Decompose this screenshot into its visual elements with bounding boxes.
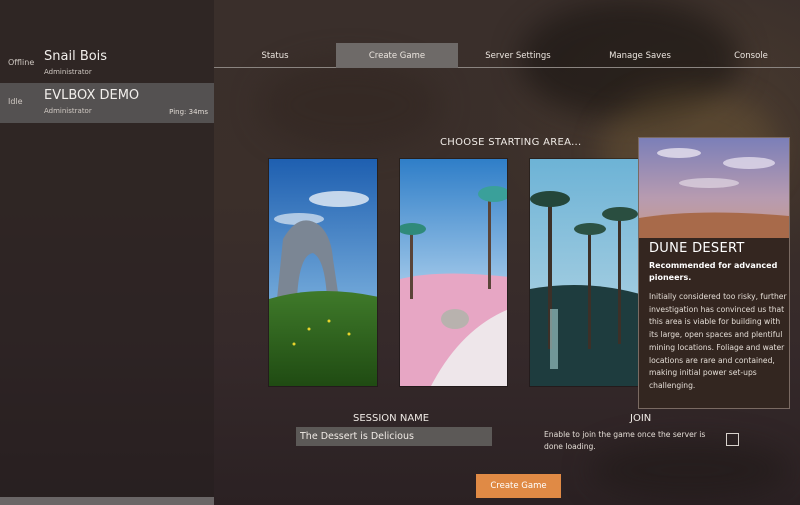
area-card-northern-forest[interactable]	[529, 158, 639, 387]
northern-forest-image	[530, 159, 638, 386]
choose-area-heading: CHOOSE STARTING AREA...	[440, 137, 582, 148]
tab-console[interactable]: Console	[702, 43, 800, 68]
server-name: EVLBOX DEMO	[44, 88, 140, 103]
dune-desert-image	[639, 138, 789, 238]
server-state: Idle	[8, 97, 23, 106]
area-card-dune-desert-detail[interactable]: DUNE DESERT Recommended for advanced pio…	[638, 137, 790, 409]
server-item-snail-bois[interactable]: Offline Snail Bois Administrator	[0, 44, 214, 84]
area-title: DUNE DESERT	[649, 241, 745, 256]
area-card-grass-fields[interactable]	[268, 158, 378, 387]
add-server-bar[interactable]	[0, 497, 214, 505]
session-name-input[interactable]	[296, 427, 492, 446]
server-role: Administrator	[44, 68, 92, 76]
grass-fields-image	[269, 159, 377, 386]
server-role: Administrator	[44, 107, 92, 115]
area-card-rocky-desert[interactable]	[399, 158, 508, 387]
server-state: Offline	[8, 58, 35, 67]
join-label: JOIN	[630, 413, 652, 424]
tab-bar: Status Create Game Server Settings Manag…	[214, 43, 800, 68]
tab-status[interactable]: Status	[214, 43, 336, 68]
tab-server-settings[interactable]: Server Settings	[458, 43, 578, 68]
tab-manage-saves[interactable]: Manage Saves	[578, 43, 702, 68]
area-subtitle: Recommended for advanced pioneers.	[649, 261, 778, 282]
rocky-desert-image	[400, 159, 507, 386]
join-checkbox[interactable]	[726, 433, 739, 446]
server-sidebar: Offline Snail Bois Administrator Idle EV…	[0, 0, 214, 505]
create-game-button[interactable]: Create Game	[476, 474, 561, 498]
area-description: Initially considered too risky, further …	[649, 292, 787, 390]
server-ping: Ping: 34ms	[169, 108, 208, 116]
server-name: Snail Bois	[44, 49, 108, 64]
background-shape	[260, 60, 440, 150]
join-description: Enable to join the game once the server …	[544, 430, 706, 451]
tab-create-game[interactable]: Create Game	[336, 43, 458, 68]
session-name-label: SESSION NAME	[353, 413, 430, 424]
server-item-evlbox-demo[interactable]: Idle EVLBOX DEMO Administrator Ping: 34m…	[0, 83, 214, 123]
